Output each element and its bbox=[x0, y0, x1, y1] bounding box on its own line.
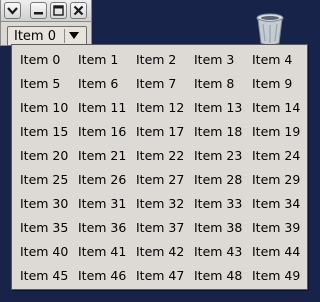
dropdown-item[interactable]: Item 35 bbox=[20, 219, 78, 243]
dropdown-item[interactable]: Item 32 bbox=[136, 195, 194, 219]
dropdown-item[interactable]: Item 29 bbox=[252, 171, 310, 195]
trash-icon[interactable] bbox=[255, 12, 285, 46]
dropdown-item[interactable]: Item 8 bbox=[194, 75, 252, 99]
dropdown-item-grid: Item 0 Item 1 Item 2 Item 3 Item 4 Item 5 Item… bbox=[20, 51, 310, 291]
dropdown-item[interactable]: Item 20 bbox=[20, 147, 78, 171]
minimize-button[interactable] bbox=[30, 2, 47, 19]
dropdown-item[interactable]: Item 23 bbox=[194, 147, 252, 171]
dropdown-item[interactable]: Item 43 bbox=[194, 243, 252, 267]
dropdown-item[interactable]: Item 42 bbox=[136, 243, 194, 267]
dropdown-item[interactable]: Item 6 bbox=[78, 75, 136, 99]
window-menu-button[interactable] bbox=[4, 2, 21, 19]
dropdown-item[interactable]: Item 45 bbox=[20, 267, 78, 291]
dropdown-item[interactable]: Item 4 bbox=[252, 51, 310, 75]
combo-selected-value: Item 0 bbox=[14, 29, 56, 44]
dropdown-item[interactable]: Item 22 bbox=[136, 147, 194, 171]
dropdown-item[interactable]: Item 18 bbox=[194, 123, 252, 147]
dropdown-item[interactable]: Item 21 bbox=[78, 147, 136, 171]
window-body: Item 0 bbox=[0, 22, 92, 46]
dropdown-item[interactable]: Item 10 bbox=[20, 99, 78, 123]
dropdown-item[interactable]: Item 5 bbox=[20, 75, 78, 99]
maximize-icon bbox=[53, 5, 64, 16]
dropdown-item[interactable]: Item 40 bbox=[20, 243, 78, 267]
dropdown-item[interactable]: Item 1 bbox=[78, 51, 136, 75]
dropdown-item[interactable]: Item 13 bbox=[194, 99, 252, 123]
maximize-button[interactable] bbox=[50, 2, 67, 19]
dropdown-item[interactable]: Item 16 bbox=[78, 123, 136, 147]
dropdown-item[interactable]: Item 15 bbox=[20, 123, 78, 147]
dropdown-arrow-icon[interactable] bbox=[69, 32, 79, 39]
dropdown-item[interactable]: Item 47 bbox=[136, 267, 194, 291]
dropdown-item[interactable]: Item 17 bbox=[136, 123, 194, 147]
desktop-background: Item 0 Item 0 Item 1 Item 2 Item 3 Item 4 Ite… bbox=[0, 0, 318, 302]
dropdown-item[interactable]: Item 49 bbox=[252, 267, 310, 291]
dropdown-item[interactable]: Item 12 bbox=[136, 99, 194, 123]
dropdown-item[interactable]: Item 28 bbox=[194, 171, 252, 195]
dropdown-item[interactable]: Item 7 bbox=[136, 75, 194, 99]
dropdown-item[interactable]: Item 46 bbox=[78, 267, 136, 291]
dropdown-item[interactable]: Item 48 bbox=[194, 267, 252, 291]
dropdown-item[interactable]: Item 9 bbox=[252, 75, 310, 99]
dropdown-popup[interactable]: Item 0 Item 1 Item 2 Item 3 Item 4 Item 5 Item… bbox=[11, 44, 308, 290]
close-button[interactable] bbox=[70, 2, 87, 19]
dropdown-item[interactable]: Item 24 bbox=[252, 147, 310, 171]
dropdown-item[interactable]: Item 2 bbox=[136, 51, 194, 75]
dropdown-item[interactable]: Item 37 bbox=[136, 219, 194, 243]
dropdown-item[interactable]: Item 25 bbox=[20, 171, 78, 195]
dropdown-item[interactable]: Item 11 bbox=[78, 99, 136, 123]
chevron-down-icon bbox=[7, 7, 18, 15]
combo-separator bbox=[64, 29, 65, 43]
window-titlebar[interactable] bbox=[0, 0, 92, 22]
dropdown-item[interactable]: Item 14 bbox=[252, 99, 310, 123]
dropdown-item[interactable]: Item 27 bbox=[136, 171, 194, 195]
dropdown-item[interactable]: Item 0 bbox=[20, 51, 78, 75]
dropdown-item[interactable]: Item 44 bbox=[252, 243, 310, 267]
dropdown-item[interactable]: Item 36 bbox=[78, 219, 136, 243]
dropdown-item[interactable]: Item 26 bbox=[78, 171, 136, 195]
dropdown-item[interactable]: Item 19 bbox=[252, 123, 310, 147]
dropdown-item[interactable]: Item 39 bbox=[252, 219, 310, 243]
item-combo-box[interactable]: Item 0 bbox=[7, 26, 87, 46]
dropdown-item[interactable]: Item 30 bbox=[20, 195, 78, 219]
dropdown-item[interactable]: Item 38 bbox=[194, 219, 252, 243]
dropdown-item[interactable]: Item 33 bbox=[194, 195, 252, 219]
dropdown-item[interactable]: Item 34 bbox=[252, 195, 310, 219]
dropdown-item[interactable]: Item 3 bbox=[194, 51, 252, 75]
dropdown-item[interactable]: Item 41 bbox=[78, 243, 136, 267]
minimize-icon bbox=[34, 12, 43, 15]
dropdown-item[interactable]: Item 31 bbox=[78, 195, 136, 219]
close-icon bbox=[73, 5, 84, 16]
